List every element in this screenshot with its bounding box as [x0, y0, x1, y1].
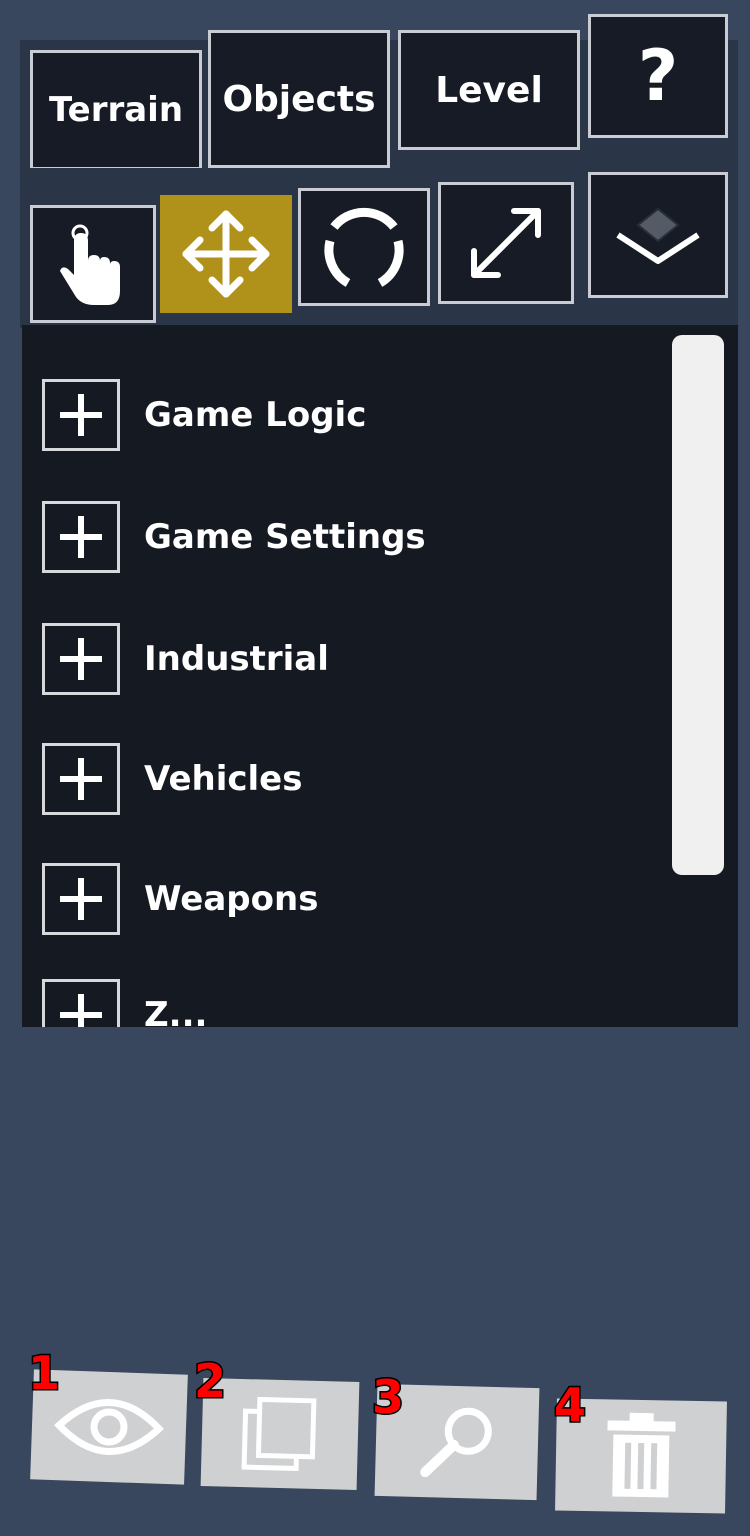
expand-plus-icon[interactable]	[42, 743, 120, 815]
tab-level[interactable]: Level	[398, 30, 580, 150]
category-item[interactable]: Game Logic	[42, 375, 366, 455]
search-icon	[420, 1407, 492, 1478]
tool-select[interactable]	[30, 205, 156, 323]
expand-plus-icon[interactable]	[42, 863, 120, 935]
tab-terrain-label: Terrain	[48, 90, 184, 130]
expand-plus-icon[interactable]	[42, 979, 120, 1027]
category-label: Weapons	[144, 879, 319, 919]
rotate-icon	[324, 207, 404, 287]
move-arrows-icon	[182, 210, 270, 298]
category-label: Game Settings	[144, 517, 426, 557]
snap-layer-icon	[616, 207, 700, 264]
tool-move[interactable]	[160, 195, 292, 313]
category-item[interactable]: Weapons	[42, 859, 318, 939]
scale-icon	[471, 208, 541, 278]
step-number-badge: 2	[192, 1353, 227, 1410]
tool-scale[interactable]	[438, 182, 574, 304]
tab-objects-label: Objects	[222, 78, 376, 120]
category-item[interactable]: Vehicles	[42, 739, 302, 819]
tab-help-label: ?	[637, 35, 679, 117]
category-label: Industrial	[144, 639, 329, 679]
category-list[interactable]: Game Logic Game Settings Industrial Vehi…	[22, 325, 738, 1027]
trash-icon	[607, 1412, 676, 1498]
expand-plus-icon[interactable]	[42, 379, 120, 451]
duplicate-icon	[241, 1396, 317, 1471]
tab-terrain[interactable]: Terrain	[30, 50, 202, 170]
category-item[interactable]: Industrial	[42, 619, 329, 699]
tool-snap[interactable]	[588, 172, 728, 298]
category-label: Game Logic	[144, 395, 367, 435]
tab-help[interactable]: ?	[588, 14, 728, 138]
list-scrollbar[interactable]	[672, 335, 724, 875]
expand-plus-icon[interactable]	[42, 623, 120, 695]
tab-objects[interactable]: Objects	[208, 30, 390, 168]
step-number-badge: 4	[552, 1377, 587, 1434]
category-label: Z...	[144, 995, 208, 1027]
category-item[interactable]: Z...	[42, 975, 207, 1027]
step-number-badge: 3	[370, 1369, 405, 1426]
step-number-badge: 1	[26, 1345, 61, 1402]
tab-level-label: Level	[435, 69, 543, 111]
eye-icon	[54, 1399, 164, 1455]
category-item[interactable]: Game Settings	[42, 497, 426, 577]
tool-rotate[interactable]	[298, 188, 430, 306]
category-label: Vehicles	[144, 759, 303, 799]
expand-plus-icon[interactable]	[42, 501, 120, 573]
hand-pointer-icon	[60, 224, 120, 305]
